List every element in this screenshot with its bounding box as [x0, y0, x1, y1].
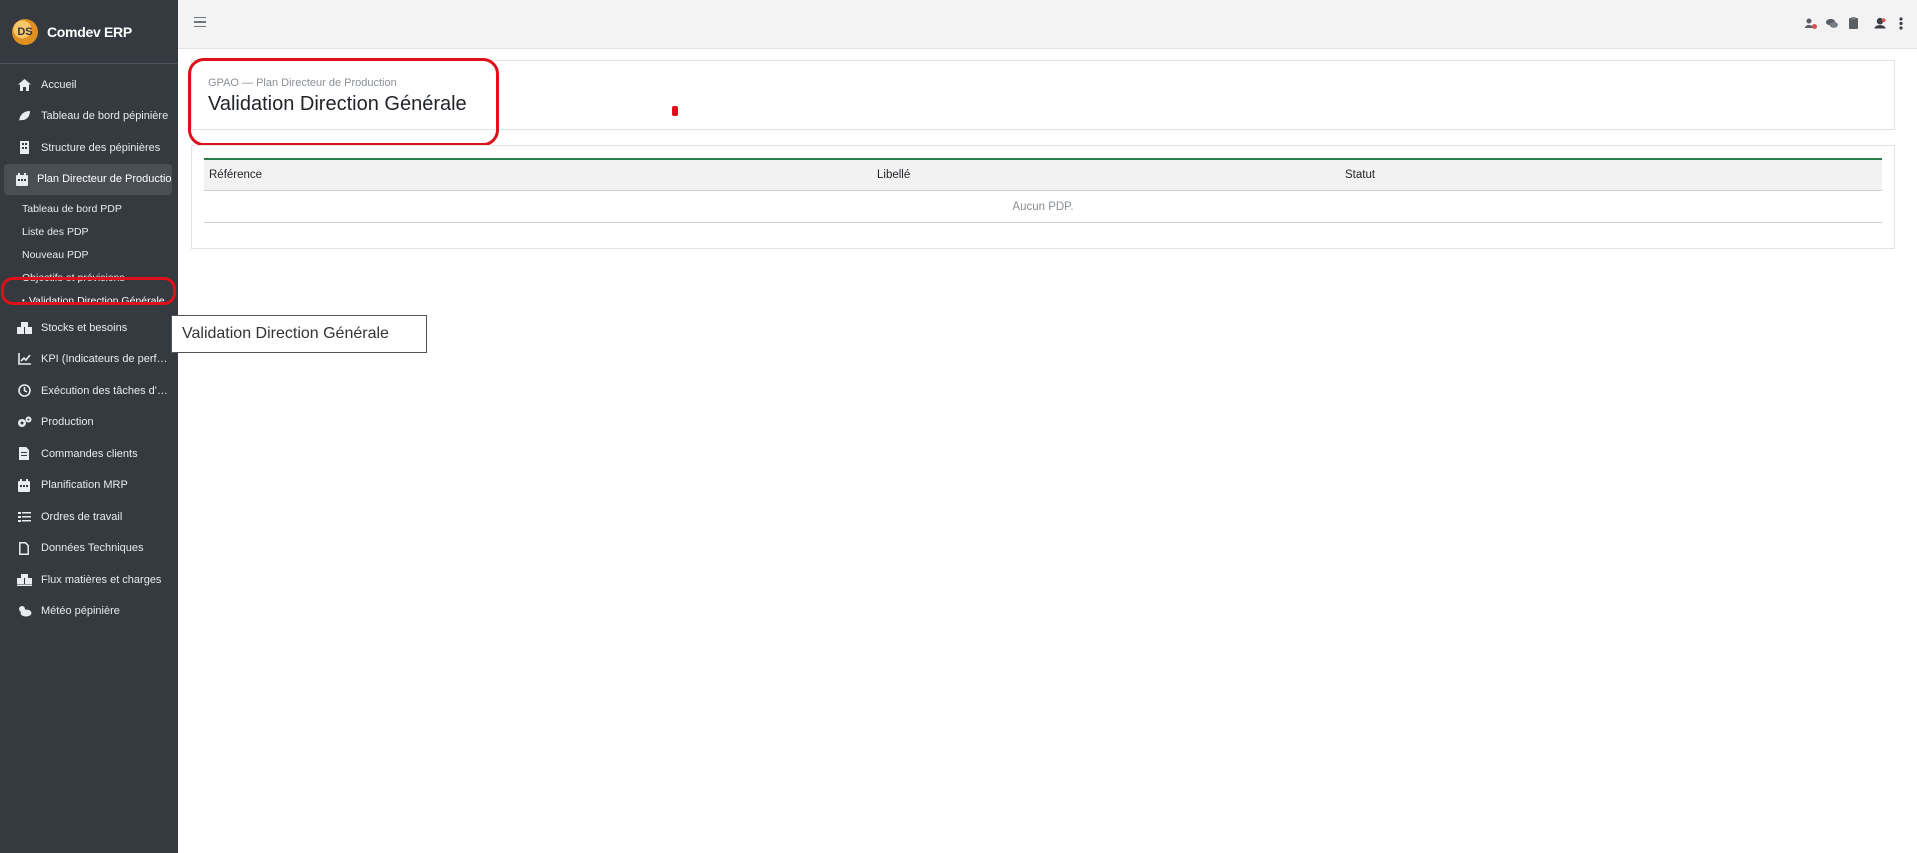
sidebar-item-label: Accueil — [41, 78, 77, 91]
user-avatar-icon[interactable] — [1874, 17, 1886, 29]
sidebar-item-label: Flux matières et charges — [41, 573, 162, 586]
table-empty-row: Aucun PDP. — [204, 191, 1882, 223]
sidebar-item-label: Commandes clients — [41, 447, 138, 460]
bullet-icon: • — [22, 296, 25, 305]
users-alert-icon[interactable] — [1805, 17, 1817, 29]
submenu-item-nouveau-pdp[interactable]: Nouveau PDP — [0, 243, 178, 266]
submenu-item-label: Tableau de bord PDP — [22, 202, 122, 215]
sidebar-nav: Accueil Tableau de bord pépinière Struct… — [0, 64, 178, 195]
submenu-item-liste-pdp[interactable]: Liste des PDP — [0, 220, 178, 243]
cloud-sun-icon — [16, 605, 32, 617]
clipboard-icon[interactable] — [1847, 17, 1859, 29]
chart-line-icon — [16, 353, 32, 366]
sidebar-item-label: Données Techniques — [41, 542, 144, 555]
sidebar-item-planification-mrp[interactable]: Planification MRP — [0, 470, 178, 502]
sidebar-item-label: Structure des pépinières — [41, 141, 161, 154]
calendar-icon — [16, 478, 32, 492]
sidebar-item-meteo-pepiniere[interactable]: Météo pépinière — [0, 596, 178, 628]
column-header-reference[interactable]: Référence — [204, 169, 877, 181]
brand[interactable]: DS Comdev ERP — [0, 0, 178, 64]
table-header-row: Référence Libellé Statut — [204, 160, 1882, 191]
sidebar-submenu: Tableau de bord PDP Liste des PDP Nouvea… — [0, 195, 178, 312]
comments-icon[interactable] — [1826, 17, 1838, 29]
page-header-card: GPAO — Plan Directeur de Production Vali… — [191, 60, 1895, 130]
building-icon — [16, 141, 32, 155]
sidebar-tooltip: Validation Direction Générale — [171, 315, 427, 353]
pdp-table: Référence Libellé Statut Aucun PDP. — [204, 158, 1882, 223]
tasks-icon — [16, 511, 32, 523]
submenu-item-objectifs-previsions[interactable]: Objectifs et prévisions — [0, 266, 178, 289]
sidebar-item-production[interactable]: Production — [0, 407, 178, 439]
submenu-item-label: Objectifs et prévisions — [22, 271, 125, 284]
sidebar-item-label: Exécution des tâches d'… — [41, 384, 168, 397]
page-title: Validation Direction Générale — [208, 93, 467, 115]
sidebar: DS Comdev ERP Accueil Tableau de bord pé… — [0, 0, 178, 853]
column-header-libelle[interactable]: Libellé — [877, 169, 1345, 181]
submenu-item-validation-dg[interactable]: • Validation Direction Générale — [0, 289, 178, 312]
sidebar-item-commandes-clients[interactable]: Commandes clients — [0, 438, 178, 470]
cogs-icon — [16, 416, 32, 429]
sidebar-nav-lower: Stocks et besoins KPI (Indicateurs de pe… — [0, 312, 178, 627]
boxes-icon — [16, 321, 32, 334]
hamburger-menu-icon[interactable] — [194, 17, 206, 27]
pdp-table-card: Référence Libellé Statut Aucun PDP. — [191, 145, 1895, 249]
file-icon — [16, 541, 32, 555]
annotation-cursor-mark — [672, 106, 678, 116]
sidebar-item-structure-pepinieres[interactable]: Structure des pépinières — [0, 132, 178, 164]
topbar-actions — [1805, 16, 1907, 30]
sidebar-item-execution-taches[interactable]: Exécution des tâches d'… — [0, 375, 178, 407]
sidebar-item-kpi[interactable]: KPI (Indicateurs de perf… — [0, 344, 178, 376]
brand-logo: DS — [12, 18, 38, 45]
breadcrumb: GPAO — Plan Directeur de Production — [208, 77, 397, 89]
sidebar-item-stocks-besoins[interactable]: Stocks et besoins — [0, 312, 178, 344]
dolly-icon — [16, 573, 32, 586]
submenu-item-label: Liste des PDP — [22, 225, 89, 238]
kebab-menu-icon[interactable] — [1895, 16, 1907, 30]
sidebar-item-flux-matieres[interactable]: Flux matières et charges — [0, 564, 178, 596]
invoice-icon — [16, 447, 32, 461]
submenu-item-tableau-bord-pdp[interactable]: Tableau de bord PDP — [0, 197, 178, 220]
sidebar-item-label: Météo pépinière — [41, 605, 120, 618]
sidebar-item-accueil[interactable]: Accueil — [0, 69, 178, 101]
leaf-icon — [16, 110, 32, 122]
calendar-icon — [16, 172, 28, 186]
submenu-item-label: Validation Direction Générale — [28, 294, 165, 307]
topbar — [178, 0, 1917, 49]
sidebar-item-label: Planification MRP — [41, 479, 128, 492]
sidebar-item-label: Tableau de bord pépinière — [41, 110, 169, 123]
sidebar-item-plan-directeur[interactable]: Plan Directeur de Production — [4, 163, 172, 195]
sidebar-item-donnees-techniques[interactable]: Données Techniques — [0, 533, 178, 565]
clock-icon — [16, 384, 32, 398]
sidebar-item-label: Production — [41, 416, 94, 429]
sidebar-item-tableau-bord-pepiniere[interactable]: Tableau de bord pépinière — [0, 101, 178, 133]
sidebar-item-label: Stocks et besoins — [41, 321, 128, 334]
sidebar-item-label: Plan Directeur de Production — [37, 173, 172, 186]
home-icon — [16, 78, 32, 91]
column-header-statut[interactable]: Statut — [1345, 169, 1882, 181]
sidebar-item-label: KPI (Indicateurs de perf… — [41, 353, 168, 366]
sidebar-item-ordres-travail[interactable]: Ordres de travail — [0, 501, 178, 533]
sidebar-item-label: Ordres de travail — [41, 510, 123, 523]
brand-name: Comdev ERP — [47, 23, 132, 40]
submenu-item-label: Nouveau PDP — [22, 248, 89, 261]
